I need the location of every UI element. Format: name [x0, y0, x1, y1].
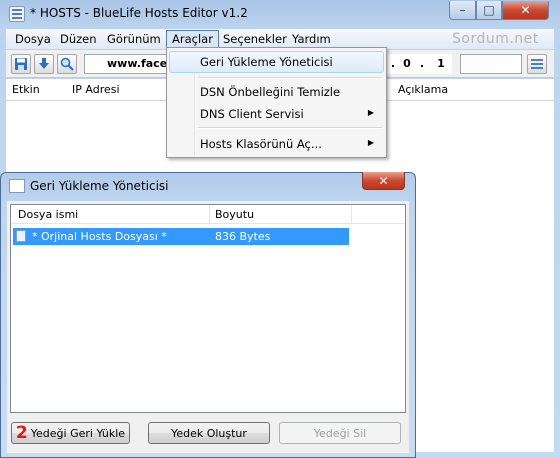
- column-divider: [351, 205, 352, 224]
- ip-segment[interactable]: 0: [400, 54, 414, 74]
- restore-backup-button[interactable]: 2 Yedeği Geri Yükle: [11, 422, 130, 444]
- list-view-button[interactable]: [527, 54, 547, 74]
- menu-araclar[interactable]: Araçlar: [166, 30, 219, 48]
- column-divider: [209, 205, 210, 224]
- menu-item-flush-dns[interactable]: DSN Önbelleğini Temizle: [169, 81, 384, 103]
- search-icon: [60, 57, 74, 71]
- dialog-title: Geri Yükleme Yöneticisi: [30, 179, 169, 193]
- close-button[interactable]: ✕: [502, 1, 549, 20]
- maximize-button[interactable]: □: [476, 1, 502, 20]
- app-icon: [9, 6, 25, 22]
- dialog-body: Dosya ismi Boyutu * Orjinal Hosts Dosyas…: [7, 201, 409, 453]
- submenu-arrow-icon: ▶: [367, 138, 374, 147]
- araclar-menu: 1 Geri Yükleme Yöneticisi DSN Önbelleğin…: [166, 47, 387, 158]
- step-badge-2: 2: [15, 423, 28, 443]
- ip-segment[interactable]: .: [386, 54, 400, 74]
- menu-item-restore-manager[interactable]: Geri Yükleme Yöneticisi: [169, 51, 384, 73]
- menu-item-label: Hosts Klasörünü Aç...: [200, 137, 322, 151]
- download-icon: [39, 58, 49, 69]
- ip-segment[interactable]: .: [414, 54, 430, 74]
- menu-secenekler[interactable]: Seçenekler: [218, 31, 292, 47]
- column-header-aciklama[interactable]: Açıklama: [398, 83, 448, 96]
- backup-list-header: Dosya ismi Boyutu: [11, 205, 405, 224]
- dialog-icon: [9, 179, 25, 193]
- create-backup-button[interactable]: Yedek Oluştur: [148, 422, 270, 444]
- search-button[interactable]: [57, 54, 77, 74]
- menu-gorunum[interactable]: Görünüm: [102, 31, 166, 47]
- menu-item-label: DNS Client Servisi: [200, 107, 304, 121]
- menu-duzen[interactable]: Düzen: [55, 31, 102, 47]
- menu-separator: [198, 127, 382, 128]
- menu-item-label: DSN Önbelleğini Temizle: [200, 85, 341, 99]
- file-icon: [16, 230, 26, 242]
- column-header-etkin[interactable]: Etkin: [12, 83, 40, 96]
- ip-segment[interactable]: 1: [430, 54, 452, 74]
- column-header-filename[interactable]: Dosya ismi: [18, 208, 78, 221]
- table-row[interactable]: * Orjinal Hosts Dosyası * 836 Bytes: [13, 228, 349, 245]
- menu-item-label: Geri Yükleme Yöneticisi: [200, 55, 333, 69]
- watermark: Sordum.net: [452, 31, 539, 47]
- minimize-button[interactable]: –: [449, 1, 476, 20]
- delete-backup-button[interactable]: Yedeği Sil: [279, 422, 401, 444]
- save-icon: [15, 58, 27, 70]
- menu-yardim[interactable]: Yardım: [287, 31, 336, 47]
- import-button[interactable]: [34, 54, 54, 74]
- backup-size: 836 Bytes: [215, 230, 271, 243]
- menu-separator: [198, 77, 382, 78]
- column-header-ip[interactable]: IP Adresi: [72, 83, 120, 96]
- restore-backup-label: Yedeği Geri Yükle: [30, 426, 126, 440]
- save-button[interactable]: [11, 54, 31, 74]
- dialog-close-button[interactable]: ✕: [362, 172, 405, 190]
- backup-list[interactable]: Dosya ismi Boyutu * Orjinal Hosts Dosyas…: [10, 204, 406, 413]
- restore-manager-dialog: Geri Yükleme Yöneticisi ✕ Dosya ismi Boy…: [0, 172, 416, 458]
- menu-dosya[interactable]: Dosya: [10, 31, 56, 47]
- backup-filename: * Orjinal Hosts Dosyası *: [32, 230, 167, 243]
- menu-item-open-hosts-folder[interactable]: Hosts Klasörünü Aç... ▶: [169, 133, 384, 155]
- description-input[interactable]: [460, 54, 522, 74]
- list-view-icon: [531, 59, 543, 69]
- submenu-arrow-icon: ▶: [367, 108, 374, 117]
- column-header-size[interactable]: Boyutu: [215, 208, 254, 221]
- menu-item-dns-client[interactable]: DNS Client Servisi ▶: [169, 103, 384, 125]
- host-input[interactable]: www.facel: [84, 54, 170, 74]
- window-title: * HOSTS - BlueLife Hosts Editor v1.2: [30, 6, 248, 20]
